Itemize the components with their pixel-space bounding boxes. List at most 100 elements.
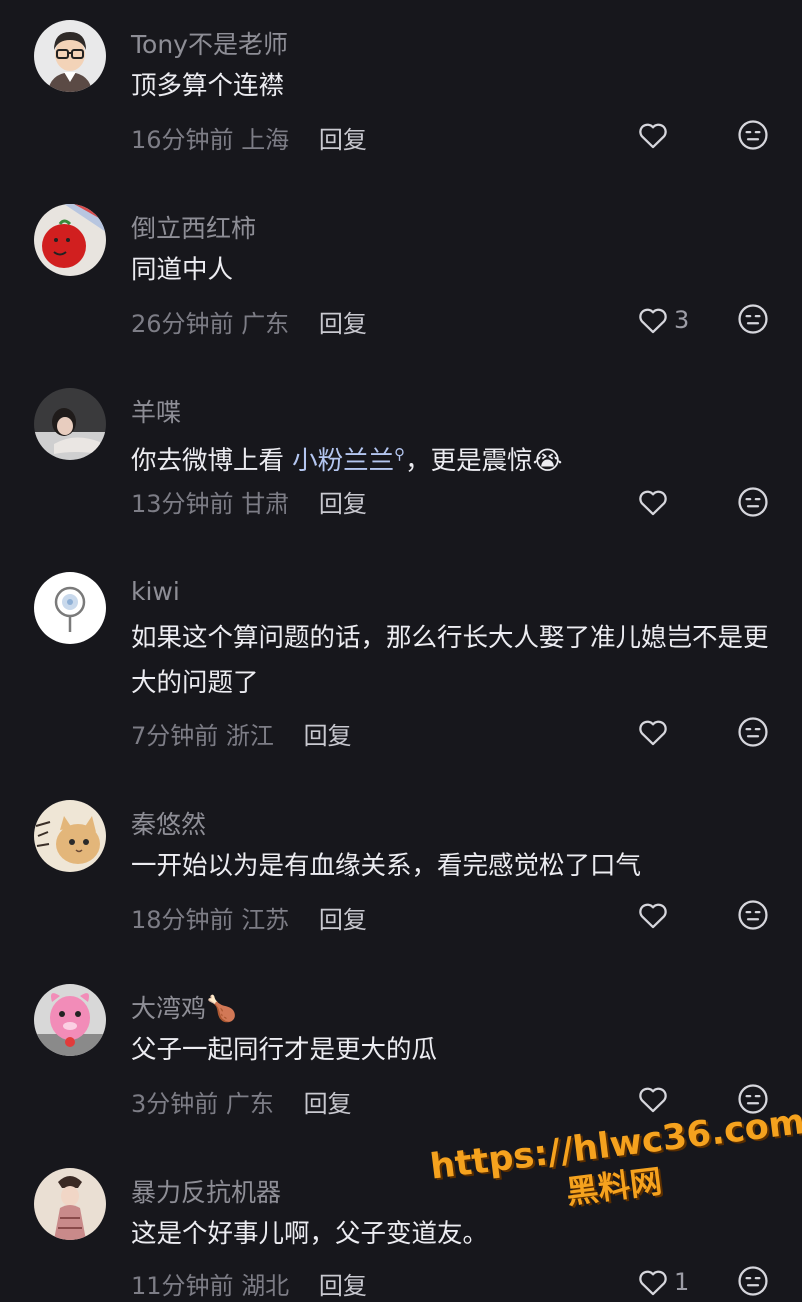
comment-time: 7分钟前 <box>131 722 219 750</box>
username-text: 羊喋 <box>131 398 182 427</box>
neutral-face-icon <box>738 120 768 150</box>
dislike-button[interactable] <box>736 485 770 519</box>
comment-meta: 13分钟前 甘肃 回复 <box>131 484 367 519</box>
comment-time: 13分钟前 <box>131 490 234 518</box>
avatar-image <box>34 984 106 1056</box>
username[interactable]: 羊喋 <box>131 393 181 429</box>
comment-text: 你去微博上看 <box>131 446 293 476</box>
comment-time: 26分钟前 <box>131 310 234 338</box>
comment-location: 广东 <box>241 310 290 338</box>
reply-button[interactable]: 回复 <box>319 490 367 518</box>
comment-content: 如果这个算问题的话，那么行长大人娶了准儿媳岂不是更大的问题了 <box>131 616 771 706</box>
comment-text: 同道中人 <box>131 255 234 285</box>
neutral-face-icon <box>738 487 768 517</box>
like-button[interactable]: 1 <box>636 1262 689 1302</box>
dislike-button[interactable] <box>736 898 770 932</box>
neutral-face-icon <box>738 304 768 334</box>
username[interactable]: 暴力反抗机器 <box>131 1173 281 1209</box>
dislike-button[interactable] <box>736 715 770 749</box>
username[interactable]: 倒立西红柿 <box>131 209 256 245</box>
comment-location: 广东 <box>225 1090 274 1118</box>
comment-text: 父子一起同行才是更大的瓜 <box>131 1035 438 1065</box>
comment-content: 父子一起同行才是更大的瓜 <box>131 1028 771 1073</box>
avatar[interactable] <box>34 1168 106 1240</box>
comment-location: 甘肃 <box>241 490 290 518</box>
avatar[interactable] <box>34 20 106 92</box>
avatar-image <box>34 800 106 872</box>
like-button[interactable]: 3 <box>636 300 689 340</box>
comment-meta: 26分钟前 广东 回复 <box>131 304 367 339</box>
avatar-image <box>34 1168 106 1240</box>
avatar-image <box>34 204 106 276</box>
like-count: 1 <box>674 1268 690 1296</box>
reply-button[interactable]: 回复 <box>319 1272 367 1300</box>
username[interactable]: 秦悠然 <box>131 805 206 841</box>
like-button[interactable] <box>636 895 674 935</box>
user-mention-link[interactable]: 小粉兰兰 <box>292 446 394 476</box>
avatar[interactable] <box>34 388 106 460</box>
heart-outline-icon <box>639 490 667 516</box>
avatar[interactable] <box>34 572 106 644</box>
reply-button[interactable]: 回复 <box>304 1090 352 1118</box>
dislike-button[interactable] <box>736 118 770 152</box>
comment-text: 一开始以为是有血缘关系，看完感觉松了口气 <box>131 851 642 881</box>
reply-button[interactable]: 回复 <box>319 310 367 338</box>
comment-meta: 11分钟前 湖北 回复 <box>131 1266 367 1301</box>
avatar-image <box>34 20 106 92</box>
comment-meta: 18分钟前 江苏 回复 <box>131 900 367 935</box>
dislike-button[interactable] <box>736 302 770 336</box>
like-button[interactable] <box>636 482 674 522</box>
heart-outline-icon <box>639 1087 667 1113</box>
comment-location: 浙江 <box>225 722 274 750</box>
neutral-face-icon <box>738 900 768 930</box>
mention-search-icon: ⚲ <box>394 445 406 463</box>
comment-time: 3分钟前 <box>131 1090 219 1118</box>
drumstick-emoji: 🍗 <box>206 994 238 1023</box>
like-button[interactable] <box>636 1079 674 1119</box>
username[interactable]: kiwi <box>131 577 180 606</box>
avatar[interactable] <box>34 204 106 276</box>
comment-time: 18分钟前 <box>131 906 234 934</box>
username-text: 秦悠然 <box>131 810 207 839</box>
username-text: 暴力反抗机器 <box>131 1178 282 1207</box>
like-button[interactable] <box>636 115 674 155</box>
comment-content: 一开始以为是有血缘关系，看完感觉松了口气 <box>131 844 771 889</box>
heart-outline-icon <box>639 308 667 334</box>
neutral-face-icon <box>738 1266 768 1296</box>
username-text: Tony不是老师 <box>131 30 288 59</box>
comment-content: 你去微博上看 小粉兰兰⚲，更是震惊😭 <box>131 432 771 484</box>
heart-outline-icon <box>639 123 667 149</box>
reply-button[interactable]: 回复 <box>319 906 367 934</box>
comment-location: 上海 <box>241 126 290 154</box>
like-count: 3 <box>674 306 690 334</box>
dislike-button[interactable] <box>736 1264 770 1298</box>
comment-text: 这是个好事儿啊，父子变道友。 <box>131 1219 489 1249</box>
comment-time: 16分钟前 <box>131 126 234 154</box>
comment-meta: 16分钟前 上海 回复 <box>131 120 367 155</box>
heart-outline-icon <box>639 903 667 929</box>
username[interactable]: Tony不是老师 <box>131 25 288 61</box>
comment-location: 湖北 <box>241 1272 290 1300</box>
avatar-image <box>34 388 106 460</box>
comment-location: 江苏 <box>241 906 290 934</box>
comment-time: 11分钟前 <box>131 1272 234 1300</box>
comment-text: 如果这个算问题的话，那么行长大人娶了准儿媳岂不是更大的问题了 <box>131 623 769 698</box>
comment-text: 顶多算个连襟 <box>131 71 285 101</box>
comment-content: 顶多算个连襟 <box>131 64 771 109</box>
reply-button[interactable]: 回复 <box>319 126 367 154</box>
like-button[interactable] <box>636 712 674 752</box>
comment-content: 同道中人 <box>131 248 771 293</box>
watermark: https://hlwc36.com 黑料网 <box>428 1102 802 1229</box>
comment-text-after: ，更是震惊😭 <box>405 446 563 476</box>
neutral-face-icon <box>738 717 768 747</box>
reply-button[interactable]: 回复 <box>304 722 352 750</box>
comment-meta: 7分钟前 浙江 回复 <box>131 716 352 751</box>
username[interactable]: 大湾鸡🍗 <box>131 989 237 1025</box>
avatar[interactable] <box>34 984 106 1056</box>
avatar-image <box>34 572 106 644</box>
avatar[interactable] <box>34 800 106 872</box>
username-text: 倒立西红柿 <box>131 214 257 243</box>
heart-outline-icon <box>639 1270 667 1296</box>
username-text: kiwi <box>131 577 180 606</box>
heart-outline-icon <box>639 720 667 746</box>
